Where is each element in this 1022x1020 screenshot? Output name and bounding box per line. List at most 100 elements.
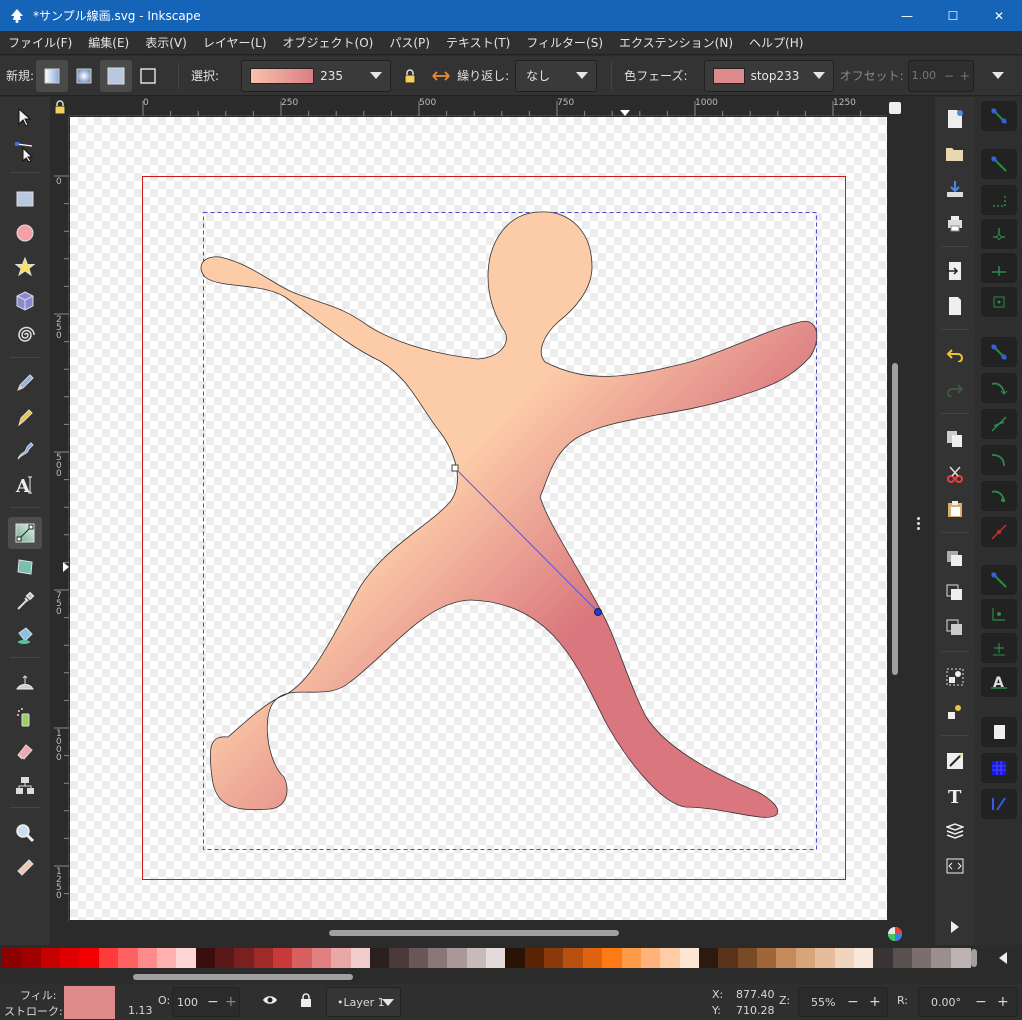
palette-swatch[interactable] (408, 948, 429, 968)
selector-tool[interactable] (8, 101, 42, 133)
ellipse-tool[interactable] (8, 217, 42, 249)
xml-editor-button[interactable] (943, 854, 967, 878)
palette-swatch[interactable] (505, 948, 526, 968)
palette-swatch[interactable] (582, 948, 603, 968)
mesh-tool[interactable] (8, 551, 42, 583)
menu-path[interactable]: パス(P) (381, 34, 438, 51)
tweak-tool[interactable] (8, 667, 42, 699)
palette-swatch[interactable] (757, 948, 777, 968)
palette-swatch[interactable] (795, 948, 816, 968)
text-font-button[interactable]: T (943, 784, 967, 808)
fill-indicator[interactable] (64, 986, 115, 1019)
ungroup-button[interactable] (943, 700, 967, 724)
reverse-gradient-button[interactable] (429, 60, 453, 92)
rotation-minus-button[interactable]: − (975, 994, 987, 1010)
palette-swatch[interactable] (447, 948, 468, 968)
offset-spinbox[interactable]: 1.00 − + (907, 59, 974, 92)
layers-button[interactable] (943, 819, 967, 843)
overflow-menu-button[interactable] (982, 60, 1014, 92)
vertical-scrollbar[interactable] (887, 117, 903, 922)
pen-tool[interactable] (8, 401, 42, 433)
palette-swatch[interactable] (834, 948, 855, 968)
new-document-button[interactable] (943, 107, 967, 131)
gradient-end-handle[interactable] (594, 608, 602, 616)
snap-text-baseline-button[interactable]: A (981, 667, 1017, 697)
cut-button[interactable] (943, 462, 967, 486)
save-button[interactable] (943, 177, 967, 201)
offset-minus-button[interactable]: − (941, 69, 957, 83)
palette-swatch[interactable] (737, 948, 758, 968)
rotation-plus-button[interactable]: + (997, 994, 1009, 1010)
palette-swatch[interactable] (679, 948, 700, 968)
snap-bbox-center-button[interactable] (981, 287, 1017, 317)
palette-swatch[interactable] (311, 948, 332, 968)
snap-grid-button[interactable] (981, 753, 1017, 783)
connector-tool[interactable] (8, 769, 42, 801)
guide-lock-button[interactable] (50, 97, 69, 116)
palette-swatch[interactable] (195, 948, 216, 968)
snap-guide-button[interactable] (981, 789, 1017, 819)
zoom-spinbox[interactable]: 55% − + (798, 987, 888, 1017)
undo-button[interactable] (943, 343, 967, 367)
palette-swatch[interactable] (776, 948, 797, 968)
snap-cusp-button[interactable] (981, 445, 1017, 475)
palette-swatch[interactable] (486, 948, 506, 968)
paste-button[interactable] (943, 497, 967, 521)
snap-intersection-button[interactable] (981, 409, 1017, 439)
new-on-fill-button[interactable] (100, 59, 133, 92)
minimize-button[interactable]: — (884, 0, 930, 31)
calligraphy-tool[interactable] (8, 435, 42, 467)
palette-scrollbar[interactable] (0, 970, 1022, 984)
text-tool[interactable]: A (8, 469, 42, 501)
snap-bbox-button[interactable] (981, 149, 1017, 179)
menu-extensions[interactable]: エクステンション(N) (611, 34, 741, 51)
spray-tool[interactable] (8, 701, 42, 733)
palette-swatch[interactable] (369, 948, 390, 968)
snap-bbox-corner-button[interactable] (981, 219, 1017, 249)
horizontal-ruler[interactable]: 0 250 500 750 1000 1250 (69, 97, 887, 116)
snap-toggle-button[interactable] (981, 101, 1017, 131)
palette-swatch[interactable] (21, 948, 42, 968)
snap-object-center-button[interactable] (981, 599, 1017, 629)
horizontal-scroll-thumb[interactable] (329, 930, 619, 936)
unlink-clone-button[interactable] (943, 616, 967, 640)
new-radial-gradient-button[interactable] (68, 60, 100, 92)
pencil-tool[interactable] (8, 367, 42, 399)
snap-path-button[interactable] (981, 373, 1017, 403)
print-button[interactable] (943, 211, 967, 235)
stop-selector[interactable]: stop233 (703, 59, 834, 92)
palette-swatch[interactable] (466, 948, 487, 968)
drawing-canvas[interactable] (70, 117, 887, 920)
star-tool[interactable] (8, 251, 42, 283)
palette-swatch[interactable] (853, 948, 874, 968)
palette-swatch[interactable] (640, 948, 661, 968)
close-button[interactable]: ✕ (976, 0, 1022, 31)
dropper-tool[interactable] (8, 585, 42, 617)
snap-smooth-button[interactable] (981, 481, 1017, 511)
palette-swatch[interactable] (137, 948, 158, 968)
paint-bucket-tool[interactable] (8, 619, 42, 651)
spiral-tool[interactable] (8, 319, 42, 351)
palette-swatch[interactable] (815, 948, 836, 968)
snap-page-border-button[interactable] (981, 717, 1017, 747)
palette-scroll-thumb[interactable] (971, 949, 977, 967)
clone-button[interactable] (943, 581, 967, 605)
measure-tool[interactable] (8, 851, 42, 883)
palette-swatch[interactable] (621, 948, 642, 968)
palette-swatch[interactable] (892, 948, 913, 968)
import-button[interactable] (943, 259, 967, 283)
duplicate-button[interactable] (943, 547, 967, 571)
palette-swatch[interactable] (156, 948, 177, 968)
gradient-start-handle[interactable] (451, 464, 459, 472)
palette-swatch[interactable] (60, 948, 81, 968)
zoom-minus-button[interactable]: − (847, 994, 859, 1010)
palette-swatch[interactable] (118, 948, 139, 968)
snap-others-button[interactable] (981, 565, 1017, 595)
layer-visibility-toggle[interactable] (262, 994, 278, 1009)
3d-box-tool[interactable] (8, 285, 42, 317)
horizontal-scrollbar[interactable] (70, 922, 887, 944)
snap-bbox-midpoint-button[interactable] (981, 253, 1017, 283)
menu-edit[interactable]: 編集(E) (80, 34, 137, 51)
fill-stroke-button[interactable] (943, 749, 967, 773)
layer-lock-toggle[interactable] (300, 993, 312, 1010)
